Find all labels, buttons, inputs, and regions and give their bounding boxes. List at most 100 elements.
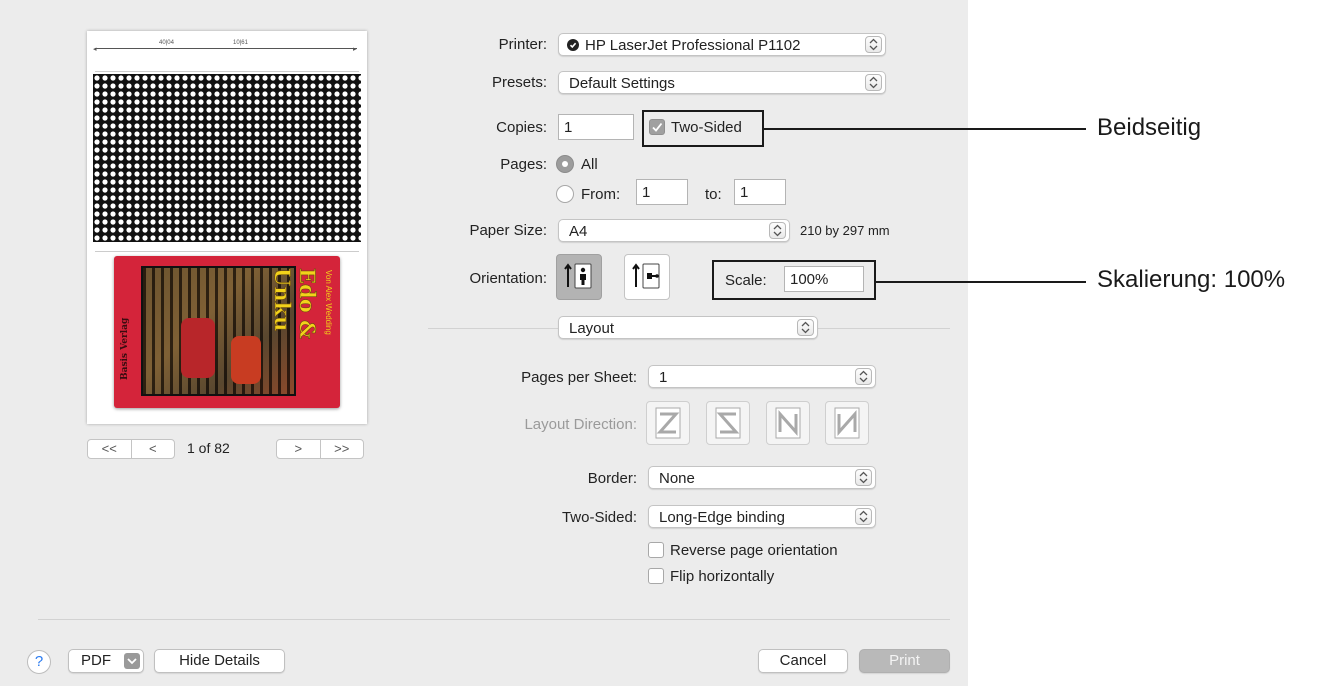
chevron-updown-icon bbox=[855, 368, 872, 385]
flip-horizontally-checkbox[interactable] bbox=[648, 568, 664, 584]
layout-direction-reverse-z-button[interactable] bbox=[706, 401, 750, 445]
flip-horizontally-label[interactable]: Flip horizontally bbox=[670, 568, 774, 585]
copies-value: 1 bbox=[564, 119, 573, 136]
section-separator-right bbox=[818, 328, 950, 329]
two-sided-binding-label: Two-Sided: bbox=[561, 509, 637, 526]
last-page-button[interactable]: >> bbox=[321, 440, 364, 458]
pages-to-label: to: bbox=[705, 186, 722, 203]
reverse-orientation-checkbox[interactable] bbox=[648, 542, 664, 558]
printer-value: HP LaserJet Professional P1102 bbox=[585, 37, 801, 54]
orientation-portrait-button[interactable] bbox=[556, 254, 602, 300]
reverse-n-direction-icon bbox=[834, 407, 860, 439]
pages-from-value: 1 bbox=[642, 184, 651, 201]
ruler-arrow-right-icon: ▸ bbox=[353, 46, 357, 53]
help-button[interactable]: ? bbox=[27, 650, 51, 674]
border-label: Border: bbox=[587, 470, 637, 487]
ruler-label-left: 40|04 bbox=[159, 40, 174, 46]
pages-from-radio[interactable] bbox=[556, 185, 574, 203]
previous-page-button[interactable]: < bbox=[132, 440, 175, 458]
first-page-button[interactable]: << bbox=[88, 440, 131, 458]
section-value: Layout bbox=[569, 320, 615, 337]
book-figure bbox=[231, 336, 261, 384]
two-sided-callout: Beidseitig bbox=[1097, 114, 1202, 141]
copies-field[interactable]: 1 bbox=[558, 114, 634, 140]
hide-details-button[interactable]: Hide Details bbox=[154, 649, 285, 673]
scale-callout-line bbox=[876, 281, 1086, 283]
layout-direction-n-button[interactable] bbox=[766, 401, 810, 445]
scale-callout: Skalierung: 100% bbox=[1097, 266, 1286, 293]
ruler-label-right: 10|61 bbox=[233, 40, 248, 46]
pdf-menu-button[interactable]: PDF bbox=[68, 649, 144, 673]
pages-all-label[interactable]: All bbox=[581, 156, 598, 173]
dot-pattern bbox=[93, 74, 361, 242]
book-figure bbox=[181, 318, 215, 378]
two-sided-callout-line bbox=[764, 128, 1086, 130]
reverse-z-direction-icon bbox=[715, 407, 741, 439]
cancel-button[interactable]: Cancel bbox=[758, 649, 848, 673]
pages-to-field[interactable]: 1 bbox=[734, 179, 786, 205]
section-select[interactable]: Layout bbox=[558, 316, 818, 339]
portrait-icon bbox=[564, 263, 592, 289]
two-sided-binding-select[interactable]: Long-Edge binding bbox=[648, 505, 876, 528]
page-indicator: 1 of 82 bbox=[187, 440, 230, 456]
chevron-down-icon bbox=[124, 653, 140, 669]
pages-from-field[interactable]: 1 bbox=[636, 179, 688, 205]
orientation-landscape-button[interactable] bbox=[624, 254, 670, 300]
page-preview: ◂ ▸ 40|04 10|61 Edo & Unku Von Alex Wedd… bbox=[87, 31, 367, 424]
help-icon: ? bbox=[34, 653, 44, 670]
printer-status-icon bbox=[567, 39, 579, 51]
footer-separator bbox=[38, 619, 950, 620]
printer-select[interactable]: HP LaserJet Professional P1102 bbox=[558, 33, 886, 56]
reverse-orientation-label[interactable]: Reverse page orientation bbox=[670, 542, 838, 559]
copies-label: Copies: bbox=[496, 119, 547, 136]
pages-per-sheet-label: Pages per Sheet: bbox=[521, 369, 637, 386]
layout-direction-reverse-n-button[interactable] bbox=[825, 401, 869, 445]
chevron-updown-icon bbox=[797, 319, 814, 336]
presets-value: Default Settings bbox=[569, 75, 675, 92]
border-select[interactable]: None bbox=[648, 466, 876, 489]
presets-select[interactable]: Default Settings bbox=[558, 71, 886, 94]
presets-label: Presets: bbox=[491, 74, 547, 91]
layout-direction-z-button[interactable] bbox=[646, 401, 690, 445]
preview-ruler bbox=[95, 48, 357, 49]
paper-size-select[interactable]: A4 bbox=[558, 219, 790, 242]
pdf-label: PDF bbox=[81, 652, 111, 669]
section-separator-left bbox=[428, 328, 558, 329]
landscape-icon bbox=[632, 263, 660, 289]
preview-divider bbox=[95, 251, 359, 252]
pages-per-sheet-select[interactable]: 1 bbox=[648, 365, 876, 388]
next-page-button[interactable]: > bbox=[277, 440, 320, 458]
paper-dimensions: 210 by 297 mm bbox=[800, 223, 890, 238]
chevron-updown-icon bbox=[865, 36, 882, 53]
print-dialog: ◂ ▸ 40|04 10|61 Edo & Unku Von Alex Wedd… bbox=[0, 0, 968, 686]
orientation-label: Orientation: bbox=[469, 270, 547, 287]
chevron-updown-icon bbox=[855, 508, 872, 525]
scale-highlight bbox=[712, 260, 876, 300]
z-direction-icon bbox=[655, 407, 681, 439]
book-subtitle: Von Alex Wedding bbox=[324, 270, 333, 335]
print-button[interactable]: Print bbox=[859, 649, 950, 673]
chevron-updown-icon bbox=[855, 469, 872, 486]
chevron-updown-icon bbox=[865, 74, 882, 91]
pages-from-label[interactable]: From: bbox=[581, 186, 620, 203]
layout-direction-label: Layout Direction: bbox=[524, 416, 637, 433]
pages-per-sheet-value: 1 bbox=[659, 369, 668, 386]
border-value: None bbox=[659, 470, 695, 487]
printer-label: Printer: bbox=[498, 36, 547, 53]
preview-divider bbox=[95, 71, 359, 72]
n-direction-icon bbox=[775, 407, 801, 439]
ruler-arrow-left-icon: ◂ bbox=[93, 46, 97, 53]
pages-label: Pages: bbox=[500, 156, 547, 173]
book-cover-image: Edo & Unku Von Alex Wedding Basis Verlag bbox=[114, 256, 340, 408]
book-publisher: Basis Verlag bbox=[120, 317, 130, 380]
paper-size-label: Paper Size: bbox=[469, 222, 547, 239]
pages-all-radio[interactable] bbox=[556, 155, 574, 173]
paper-size-value: A4 bbox=[569, 223, 588, 240]
two-sided-binding-value: Long-Edge binding bbox=[659, 509, 785, 526]
pages-to-value: 1 bbox=[740, 184, 749, 201]
preview-back-buttons: << < bbox=[87, 439, 175, 459]
chevron-updown-icon bbox=[769, 222, 786, 239]
two-sided-highlight bbox=[642, 110, 764, 147]
preview-forward-buttons: > >> bbox=[276, 439, 364, 459]
book-title: Edo & Unku bbox=[270, 268, 321, 340]
